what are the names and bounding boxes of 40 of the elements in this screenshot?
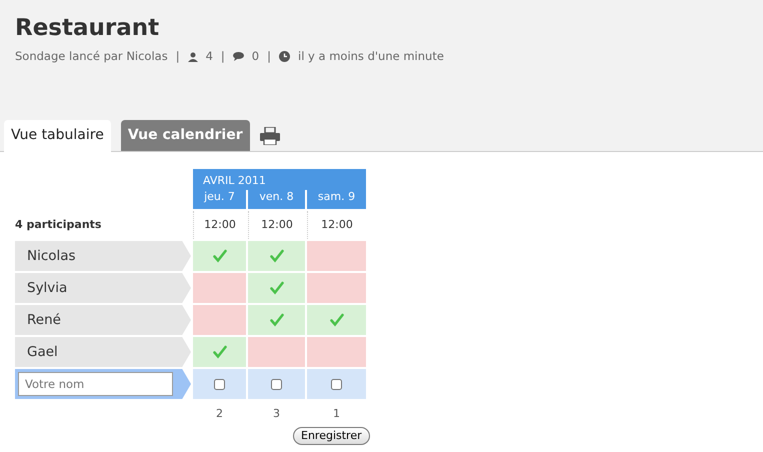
author-text: Sondage lancé par Nicolas [15,48,168,65]
participant-name: Nicolas [15,241,191,271]
vote-checkbox[interactable] [271,378,282,390]
separator: | [220,48,225,65]
name-input[interactable]: Votre nom [18,372,173,396]
comment-count: 0 [252,48,260,65]
vote-checkbox[interactable] [214,378,225,390]
check-icon [270,249,284,263]
view-tab[interactable]: Vue calendrier [120,120,250,151]
vote-total: 3 [272,406,281,421]
time-cell: 12:00 [248,211,305,239]
participant-name: René [15,305,191,335]
check-icon [270,313,284,327]
day-header: ven. 8 [248,190,305,209]
participant-count: 4 [206,48,213,65]
speech-bubble-icon [232,52,244,62]
check-icon [330,313,344,327]
poll-title: Restaurant [15,14,160,43]
time-cell: 12:00 [193,211,246,239]
vote-checkbox[interactable] [331,378,342,390]
vote-total: 2 [215,406,224,421]
view-tab[interactable]: Vue tabulaire [4,120,111,152]
participant-name: Gael [15,337,191,367]
separator: | [267,48,271,65]
printer-icon[interactable] [260,127,280,145]
month-header: AVRIL 2011 [193,169,366,190]
check-icon [212,345,226,359]
check-icon [270,281,284,295]
vote-total: 1 [332,406,341,421]
day-header: sam. 9 [307,190,366,209]
participants-label: 4 participants [15,216,102,233]
time-cell: 12:00 [307,211,366,239]
time-text: il y a moins d'une minute [298,48,444,65]
clock-icon [279,51,290,62]
participant-name: Sylvia [15,273,191,303]
check-icon [212,249,226,263]
person-icon [188,52,198,62]
separator: | [176,48,180,65]
save-button[interactable]: Enregistrer [293,427,370,445]
day-header: jeu. 7 [193,190,246,209]
